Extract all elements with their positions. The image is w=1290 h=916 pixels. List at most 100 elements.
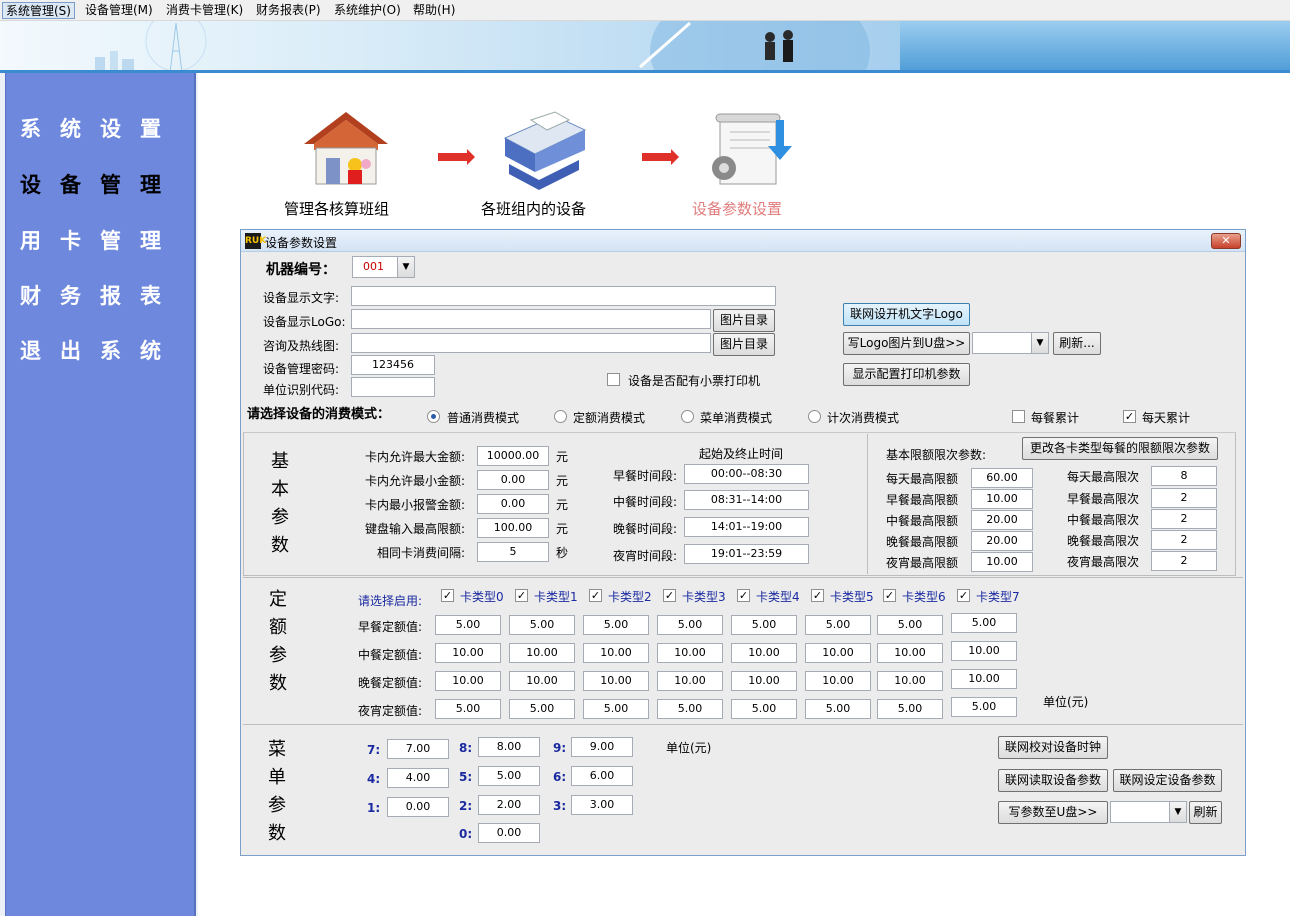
menu-system[interactable]: 系统管理(S) xyxy=(2,2,75,19)
unit-code-input[interactable] xyxy=(351,377,435,397)
menu-key-input[interactable]: 5.00 xyxy=(478,766,540,786)
device-tray-icon[interactable] xyxy=(495,108,591,192)
fixed-value-input[interactable]: 5.00 xyxy=(805,615,871,635)
hotline-image-dir-button[interactable]: 图片目录 xyxy=(713,333,775,356)
menu-key-input[interactable]: 6.00 xyxy=(571,766,633,786)
sidebar-item-system-settings[interactable]: 系统设置 xyxy=(20,113,180,143)
max-amount-input[interactable]: 10000.00 xyxy=(477,446,549,466)
fixed-value-input[interactable]: 5.00 xyxy=(435,699,501,719)
menu-help[interactable]: 帮助(H) xyxy=(410,2,458,19)
fixed-value-input[interactable]: 10.00 xyxy=(657,643,723,663)
password-input[interactable]: 123456 xyxy=(351,355,435,375)
chevron-down-icon[interactable]: ▼ xyxy=(397,257,414,277)
sidebar-item-finance-reports[interactable]: 财务报表 xyxy=(20,280,180,310)
fixed-value-input[interactable]: 5.00 xyxy=(731,615,797,635)
fixed-value-input[interactable]: 5.00 xyxy=(805,699,871,719)
alarm-amount-input[interactable]: 0.00 xyxy=(477,494,549,514)
min-amount-input[interactable]: 0.00 xyxy=(477,470,549,490)
fixed-value-input[interactable]: 5.00 xyxy=(877,699,943,719)
card-type-checkbox[interactable]: ✓ xyxy=(957,589,970,602)
change-limit-button[interactable]: 更改各卡类型每餐的限额限次参数 xyxy=(1022,437,1218,460)
flow-step-devices[interactable]: 各班组内的设备 xyxy=(481,198,586,219)
refresh-logo-button[interactable]: 刷新... xyxy=(1053,332,1101,355)
fixed-value-input[interactable]: 10.00 xyxy=(657,671,723,691)
limit-input[interactable]: 10.00 xyxy=(971,552,1033,572)
logo-image-dir-button[interactable]: 图片目录 xyxy=(713,309,775,332)
fixed-value-input[interactable]: 5.00 xyxy=(657,615,723,635)
menu-key-input[interactable]: 9.00 xyxy=(571,737,633,757)
write-logo-usb-button[interactable]: 写Logo图片到U盘>> xyxy=(843,332,970,355)
mode-menu-radio[interactable] xyxy=(681,410,694,423)
refresh-usb-button[interactable]: 刷新 xyxy=(1189,801,1222,824)
menu-key-input[interactable]: 0.00 xyxy=(478,823,540,843)
card-type-checkbox[interactable]: ✓ xyxy=(515,589,528,602)
fixed-value-input[interactable]: 10.00 xyxy=(583,643,649,663)
card-type-checkbox[interactable]: ✓ xyxy=(441,589,454,602)
breakfast-time-input[interactable]: 00:00--08:30 xyxy=(684,464,809,484)
menu-key-input[interactable]: 0.00 xyxy=(387,797,449,817)
fixed-value-input[interactable]: 10.00 xyxy=(877,671,943,691)
fixed-value-input[interactable]: 10.00 xyxy=(805,671,871,691)
hotline-input[interactable] xyxy=(351,333,711,353)
read-params-button[interactable]: 联网读取设备参数 xyxy=(998,769,1108,792)
menu-device[interactable]: 设备管理(M) xyxy=(82,2,156,19)
limit-input[interactable]: 20.00 xyxy=(971,510,1033,530)
fixed-value-input[interactable]: 5.00 xyxy=(657,699,723,719)
printer-checkbox[interactable] xyxy=(607,373,620,386)
count-input[interactable]: 2 xyxy=(1151,488,1217,508)
card-type-checkbox[interactable]: ✓ xyxy=(811,589,824,602)
house-icon[interactable] xyxy=(300,110,392,188)
fixed-value-input[interactable]: 5.00 xyxy=(583,615,649,635)
set-logo-button[interactable]: 联网设开机文字Logo xyxy=(843,303,970,326)
mode-fixed-radio[interactable] xyxy=(554,410,567,423)
limit-input[interactable]: 60.00 xyxy=(971,468,1033,488)
fixed-value-input[interactable]: 5.00 xyxy=(435,615,501,635)
chevron-down-icon[interactable]: ▼ xyxy=(1031,333,1048,353)
card-type-checkbox[interactable]: ✓ xyxy=(883,589,896,602)
menu-key-input[interactable]: 3.00 xyxy=(571,795,633,815)
mode-count-radio[interactable] xyxy=(808,410,821,423)
logo-input[interactable] xyxy=(351,309,711,329)
count-input[interactable]: 2 xyxy=(1151,551,1217,571)
menu-card[interactable]: 消费卡管理(K) xyxy=(163,2,246,19)
mode-normal-radio[interactable] xyxy=(427,410,440,423)
sidebar-item-exit[interactable]: 退出系统 xyxy=(20,335,180,365)
fixed-value-input[interactable]: 10.00 xyxy=(731,671,797,691)
set-params-button[interactable]: 联网设定设备参数 xyxy=(1113,769,1222,792)
count-input[interactable]: 2 xyxy=(1151,509,1217,529)
fixed-value-input[interactable]: 10.00 xyxy=(435,671,501,691)
interval-input[interactable]: 5 xyxy=(477,542,549,562)
sidebar-item-card-management[interactable]: 用卡管理 xyxy=(20,225,180,255)
card-type-checkbox[interactable]: ✓ xyxy=(737,589,750,602)
fixed-value-input[interactable]: 10.00 xyxy=(877,643,943,663)
fixed-value-input[interactable]: 5.00 xyxy=(731,699,797,719)
count-input[interactable]: 8 xyxy=(1151,466,1217,486)
keyboard-limit-input[interactable]: 100.00 xyxy=(477,518,549,538)
usb-target-select[interactable]: ▼ xyxy=(1110,801,1187,823)
per-day-checkbox[interactable]: ✓ xyxy=(1123,410,1136,423)
card-type-checkbox[interactable]: ✓ xyxy=(663,589,676,602)
fixed-value-input[interactable]: 10.00 xyxy=(731,643,797,663)
sidebar-item-device-management[interactable]: 设备管理 xyxy=(20,169,180,199)
menu-key-input[interactable]: 8.00 xyxy=(478,737,540,757)
fixed-value-input[interactable]: 5.00 xyxy=(509,615,575,635)
display-text-input[interactable] xyxy=(351,286,776,306)
fixed-value-input[interactable]: 10.00 xyxy=(805,643,871,663)
flow-step-parameters[interactable]: 设备参数设置 xyxy=(692,198,782,219)
fixed-value-input[interactable]: 10.00 xyxy=(435,643,501,663)
fixed-value-input[interactable]: 5.00 xyxy=(509,699,575,719)
machine-number-select[interactable]: 001 ▼ xyxy=(352,256,415,278)
fixed-value-input[interactable]: 10.00 xyxy=(583,671,649,691)
fixed-value-input[interactable]: 10.00 xyxy=(951,641,1017,661)
per-meal-checkbox[interactable] xyxy=(1012,410,1025,423)
lunch-time-input[interactable]: 08:31--14:00 xyxy=(684,490,809,510)
fixed-value-input[interactable]: 10.00 xyxy=(509,643,575,663)
sync-clock-button[interactable]: 联网校对设备时钟 xyxy=(998,736,1108,759)
fixed-value-input[interactable]: 5.00 xyxy=(583,699,649,719)
menu-finance[interactable]: 财务报表(P) xyxy=(253,2,324,19)
fixed-value-input[interactable]: 10.00 xyxy=(951,669,1017,689)
limit-input[interactable]: 10.00 xyxy=(971,489,1033,509)
fixed-value-input[interactable]: 5.00 xyxy=(877,615,943,635)
card-type-checkbox[interactable]: ✓ xyxy=(589,589,602,602)
settings-document-icon[interactable] xyxy=(700,110,800,190)
